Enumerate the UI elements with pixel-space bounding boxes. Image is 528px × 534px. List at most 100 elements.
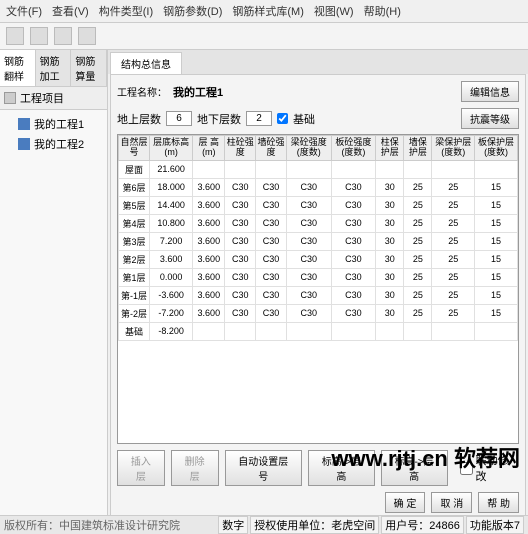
left-tab[interactable]: 钢筋翻样 — [0, 50, 36, 86]
table-cell[interactable]: C30 — [331, 268, 376, 286]
table-cell[interactable]: 30 — [376, 196, 404, 214]
table-cell[interactable]: C30 — [225, 268, 256, 286]
table-row[interactable]: 第-1层-3.6003.600C30C30C30C3030252515 — [119, 286, 518, 304]
table-cell[interactable] — [432, 160, 475, 178]
table-cell[interactable]: 30 — [376, 268, 404, 286]
table-cell[interactable]: 25 — [432, 214, 475, 232]
table-cell[interactable]: 15 — [475, 232, 518, 250]
table-cell[interactable]: 基础 — [119, 322, 150, 340]
table-cell[interactable]: C30 — [331, 304, 376, 322]
table-cell[interactable]: C30 — [331, 178, 376, 196]
table-cell[interactable]: C30 — [286, 232, 331, 250]
table-row[interactable]: 第2层3.6003.600C30C30C30C3030252515 — [119, 250, 518, 268]
table-cell[interactable]: C30 — [256, 178, 287, 196]
table-cell[interactable]: C30 — [331, 232, 376, 250]
table-cell[interactable]: C30 — [286, 178, 331, 196]
table-cell[interactable]: -8.200 — [150, 322, 193, 340]
table-cell[interactable]: C30 — [331, 286, 376, 304]
table-cell[interactable] — [376, 322, 404, 340]
table-cell[interactable]: 第3层 — [119, 232, 150, 250]
table-cell[interactable] — [286, 160, 331, 178]
table-cell[interactable]: 30 — [376, 286, 404, 304]
table-cell[interactable]: 25 — [432, 250, 475, 268]
table-cell[interactable]: 3.600 — [193, 214, 225, 232]
table-cell[interactable]: 15 — [475, 178, 518, 196]
help-button[interactable]: 帮 助 — [478, 492, 519, 513]
table-cell[interactable]: C30 — [286, 214, 331, 232]
menu-item[interactable]: 钢筋参数(D) — [163, 3, 222, 19]
table-cell[interactable]: C30 — [225, 304, 256, 322]
table-row[interactable]: 第1层0.0003.600C30C30C30C3030252515 — [119, 268, 518, 286]
table-cell[interactable] — [404, 322, 432, 340]
table-cell[interactable]: C30 — [256, 250, 287, 268]
insert-floor-button[interactable]: 插入层 — [117, 450, 165, 486]
table-cell[interactable]: C30 — [331, 214, 376, 232]
toolbar-button[interactable] — [6, 27, 24, 45]
toolbar-button[interactable] — [30, 27, 48, 45]
table-cell[interactable]: 25 — [404, 178, 432, 196]
table-cell[interactable]: 25 — [432, 178, 475, 196]
table-cell[interactable]: 25 — [432, 196, 475, 214]
table-cell[interactable]: 18.000 — [150, 178, 193, 196]
table-cell[interactable]: 25 — [404, 214, 432, 232]
above-floors-input[interactable] — [166, 111, 192, 126]
table-cell[interactable]: C30 — [286, 286, 331, 304]
menu-item[interactable]: 构件类型(I) — [99, 3, 153, 19]
toolbar-button[interactable] — [54, 27, 72, 45]
table-cell[interactable]: 25 — [404, 196, 432, 214]
table-cell[interactable]: 第4层 — [119, 214, 150, 232]
table-cell[interactable]: C30 — [256, 268, 287, 286]
table-cell[interactable] — [193, 322, 225, 340]
table-cell[interactable]: 25 — [404, 304, 432, 322]
table-cell[interactable]: 第-2层 — [119, 304, 150, 322]
table-cell[interactable] — [225, 160, 256, 178]
table-cell[interactable]: C30 — [225, 250, 256, 268]
table-cell[interactable]: 第6层 — [119, 178, 150, 196]
table-cell[interactable]: 0.000 — [150, 268, 193, 286]
table-cell[interactable]: C30 — [225, 178, 256, 196]
table-cell[interactable]: 25 — [404, 250, 432, 268]
table-cell[interactable]: 3.600 — [193, 232, 225, 250]
table-cell[interactable] — [286, 322, 331, 340]
table-cell[interactable]: -7.200 — [150, 304, 193, 322]
table-cell[interactable]: 25 — [432, 232, 475, 250]
table-cell[interactable]: C30 — [256, 196, 287, 214]
table-cell[interactable]: 25 — [404, 232, 432, 250]
edit-info-button[interactable]: 编辑信息 — [461, 81, 519, 102]
table-row[interactable]: 第4层10.8003.600C30C30C30C3030252515 — [119, 214, 518, 232]
menu-item[interactable]: 查看(V) — [52, 3, 89, 19]
table-cell[interactable]: C30 — [256, 214, 287, 232]
delete-floor-button[interactable]: 删除层 — [171, 450, 219, 486]
cancel-button[interactable]: 取 消 — [431, 492, 472, 513]
table-cell[interactable]: 15 — [475, 214, 518, 232]
table-cell[interactable]: 30 — [376, 304, 404, 322]
left-tab[interactable]: 钢筋加工 — [36, 50, 72, 86]
table-cell[interactable]: 30 — [376, 178, 404, 196]
table-cell[interactable]: 第-1层 — [119, 286, 150, 304]
table-cell[interactable]: 屋面 — [119, 160, 150, 178]
table-cell[interactable]: 30 — [376, 214, 404, 232]
menu-item[interactable]: 文件(F) — [6, 3, 42, 19]
table-cell[interactable]: 3.600 — [193, 196, 225, 214]
table-cell[interactable]: 30 — [376, 250, 404, 268]
table-cell[interactable]: C30 — [331, 196, 376, 214]
table-cell[interactable] — [404, 160, 432, 178]
menu-item[interactable]: 视图(W) — [314, 3, 354, 19]
table-row[interactable]: 第5层14.4003.600C30C30C30C3030252515 — [119, 196, 518, 214]
table-cell[interactable]: C30 — [286, 196, 331, 214]
table-cell[interactable] — [331, 322, 376, 340]
table-cell[interactable]: C30 — [331, 250, 376, 268]
table-cell[interactable]: 3.600 — [193, 178, 225, 196]
table-cell[interactable]: 7.200 — [150, 232, 193, 250]
ok-button[interactable]: 确 定 — [385, 492, 426, 513]
table-cell[interactable] — [475, 160, 518, 178]
table-cell[interactable]: 21.600 — [150, 160, 193, 178]
below-floors-input[interactable] — [246, 111, 272, 126]
table-cell[interactable]: -3.600 — [150, 286, 193, 304]
table-cell[interactable] — [376, 160, 404, 178]
table-cell[interactable]: 25 — [432, 286, 475, 304]
table-cell[interactable]: 第1层 — [119, 268, 150, 286]
table-cell[interactable]: 25 — [432, 268, 475, 286]
floor-table[interactable]: 自然层号层底标高(m)层 高(m)柱砼强度墙砼强度梁砼强度(度数)板砼强度(度数… — [118, 135, 518, 341]
auto-number-button[interactable]: 自动设置层号 — [225, 450, 303, 486]
